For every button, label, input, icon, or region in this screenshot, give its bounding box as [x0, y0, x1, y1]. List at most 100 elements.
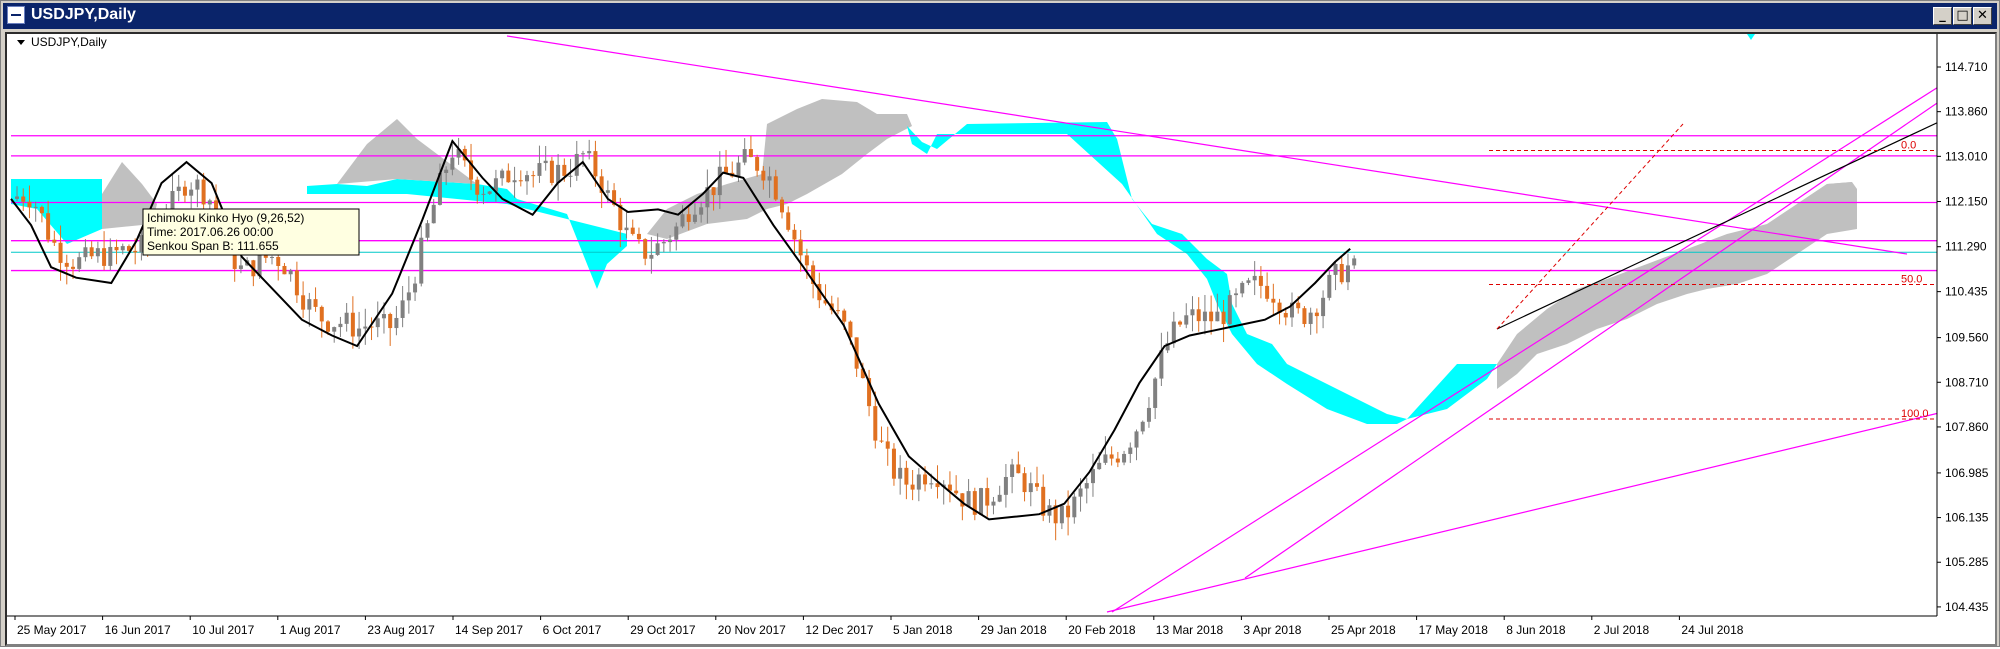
candle-body	[674, 226, 679, 240]
candle-body	[885, 441, 890, 449]
candle-body	[70, 266, 75, 269]
candle-body	[1333, 263, 1338, 275]
candle-body	[406, 292, 411, 301]
candle-body	[270, 256, 275, 258]
time-tick-label: 8 Jun 2018	[1506, 623, 1566, 637]
time-tick-label: 29 Jan 2018	[981, 623, 1047, 637]
candle-body	[717, 166, 722, 196]
candle-body	[425, 223, 430, 238]
tooltip: Ichimoku Kinko Hyo (9,26,52) Time: 2017.…	[142, 208, 360, 256]
candle-body	[898, 467, 903, 479]
candle-body	[1234, 293, 1239, 296]
candle-body	[1196, 309, 1201, 322]
candle-body	[525, 175, 530, 182]
candle-body	[133, 250, 138, 253]
candle-body	[1327, 274, 1332, 298]
candle-body	[102, 248, 107, 266]
candle-body	[1258, 275, 1263, 286]
price-tick-label: 106.985	[1945, 466, 1989, 480]
maximize-button[interactable]: □	[1953, 7, 1972, 25]
candle-body	[344, 312, 349, 324]
candle-body	[46, 213, 51, 240]
candle-body	[630, 227, 635, 234]
candle-body	[413, 283, 418, 293]
candle-body	[1202, 311, 1207, 322]
candle-body	[668, 239, 673, 243]
candle-body	[1339, 263, 1344, 283]
candle-body	[1227, 295, 1232, 325]
candle-body	[33, 206, 38, 208]
candle-body	[979, 488, 984, 515]
time-tick-label: 20 Nov 2017	[718, 623, 786, 637]
price-chart[interactable]: 113.401113.018112.131111.405110.836111.0…	[7, 34, 1997, 644]
candle-body	[1134, 431, 1139, 448]
candle-body	[52, 239, 57, 243]
candle-body	[636, 233, 641, 240]
candle-body	[1034, 483, 1039, 487]
candle-body	[910, 484, 915, 490]
time-tick-label: 2 Jul 2018	[1594, 623, 1650, 637]
candle-body	[77, 257, 82, 269]
candle-body	[1190, 309, 1195, 316]
candle-body	[804, 255, 809, 266]
candle-body	[1184, 315, 1189, 325]
candle-body	[655, 243, 660, 255]
minimize-button[interactable]: _	[1933, 7, 1952, 25]
candle-body	[307, 299, 312, 310]
candle-body	[842, 310, 847, 322]
chart-area[interactable]: 113.401113.018112.131111.405110.836111.0…	[5, 32, 1997, 646]
candle-body	[954, 490, 959, 494]
price-tick-label: 110.435	[1945, 285, 1988, 299]
candle-body	[1314, 312, 1319, 317]
candle-body	[780, 199, 785, 213]
candle-body	[568, 175, 573, 177]
title-bar[interactable]: USDJPY,Daily _ □ ✕	[3, 3, 1997, 29]
candle-body	[1084, 483, 1089, 489]
candle-body	[1097, 462, 1102, 470]
candle-body	[549, 160, 554, 183]
chart-symbol-label: USDJPY,Daily	[31, 35, 107, 49]
candle-body	[748, 149, 753, 158]
candle-body	[798, 239, 803, 256]
time-tick-label: 23 Aug 2017	[367, 623, 435, 637]
candle-body	[1059, 505, 1064, 524]
candle-body	[1246, 280, 1251, 283]
candle-body	[991, 501, 996, 506]
candle-body	[711, 187, 716, 196]
candle-body	[1010, 464, 1015, 477]
candle-body	[58, 242, 63, 263]
candle-body	[593, 151, 598, 177]
candle-body	[661, 242, 666, 244]
candle-body	[276, 256, 281, 266]
candle-body	[95, 248, 100, 257]
candle-body	[1028, 483, 1033, 493]
candle-body	[238, 265, 243, 269]
candle-body	[1352, 258, 1357, 266]
candle-body	[1016, 464, 1021, 474]
candle-body	[325, 321, 330, 332]
candle-body	[580, 153, 585, 155]
candle-body	[1302, 308, 1307, 324]
candle-body	[742, 149, 747, 163]
candle-body	[537, 163, 542, 176]
price-tick-label: 109.560	[1945, 331, 1989, 345]
candle-body	[1090, 469, 1095, 484]
candle-body	[332, 327, 337, 332]
candle-body	[64, 262, 69, 267]
close-button[interactable]: ✕	[1973, 7, 1992, 25]
candle-body	[1265, 285, 1270, 299]
candle-body	[1215, 311, 1220, 322]
candle-body	[904, 467, 909, 485]
candle-body	[108, 246, 113, 266]
time-tick-label: 3 Apr 2018	[1243, 623, 1301, 637]
candle-body	[1109, 454, 1114, 459]
candle-body	[195, 179, 200, 190]
candle-body	[83, 247, 88, 258]
candle-body	[923, 474, 928, 485]
candle-body	[1066, 505, 1071, 518]
candle-body	[375, 318, 380, 328]
candle-body	[767, 176, 772, 181]
candle-body	[282, 265, 287, 275]
candle-body	[388, 313, 393, 329]
candle-body	[605, 190, 610, 193]
